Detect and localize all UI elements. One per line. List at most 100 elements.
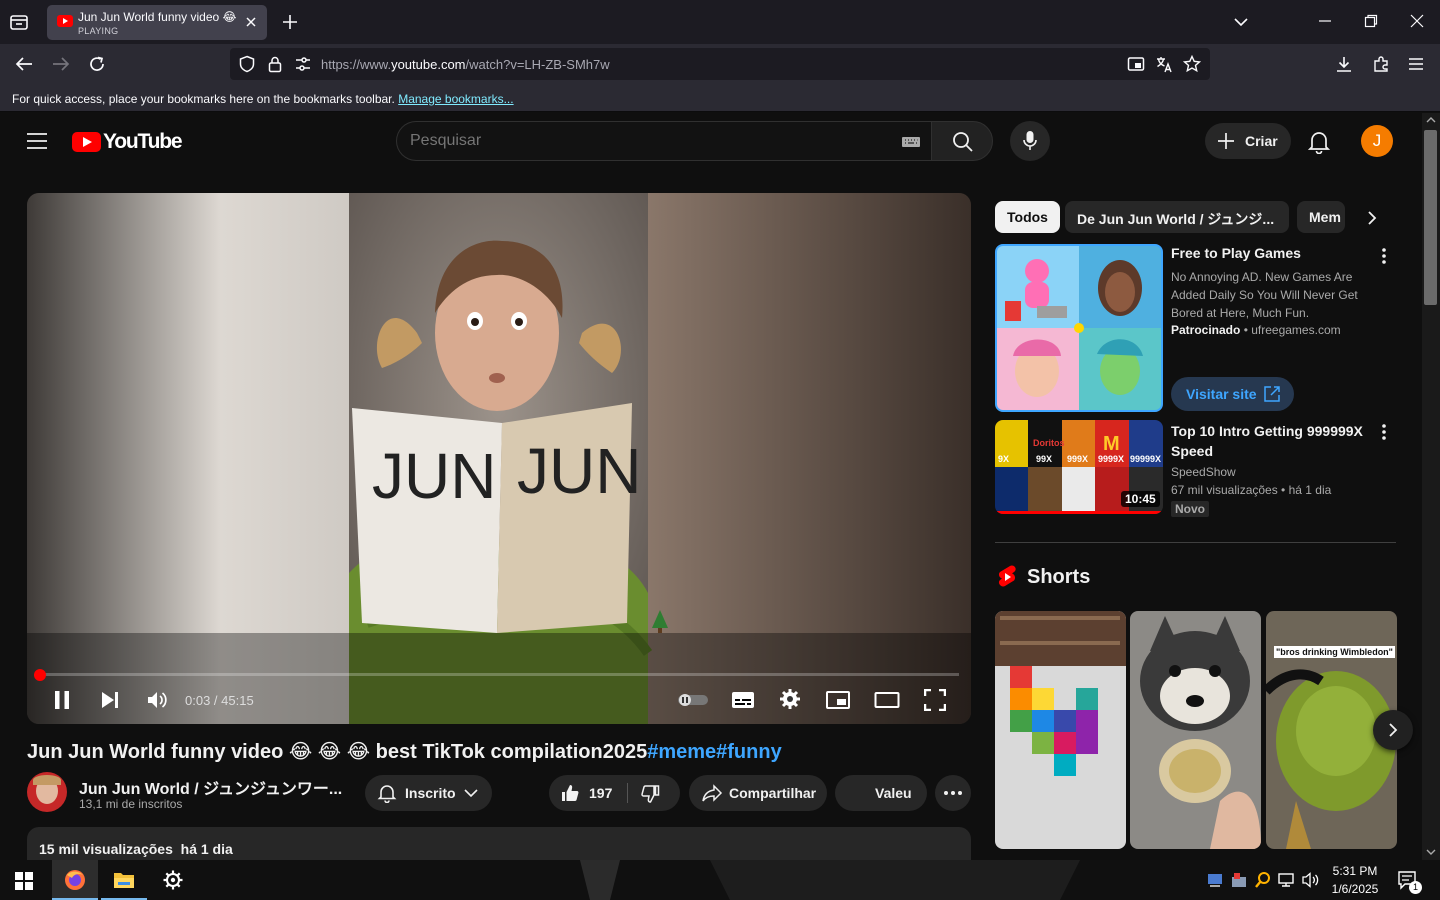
permissions-icon[interactable] xyxy=(294,56,312,72)
more-horizontal-icon xyxy=(944,791,962,795)
channel-avatar[interactable] xyxy=(27,772,67,812)
recommended-channel[interactable]: SpeedShow xyxy=(1171,465,1236,479)
back-icon[interactable] xyxy=(14,55,34,73)
miniplayer-icon[interactable] xyxy=(826,690,850,710)
video-frame: JUN JUN xyxy=(27,193,971,724)
taskbar-settings[interactable] xyxy=(150,860,196,900)
chip-all[interactable]: Todos xyxy=(995,201,1060,233)
shorts-next-button[interactable] xyxy=(1373,710,1413,750)
tracking-protection-shield-icon[interactable] xyxy=(238,55,256,73)
lock-icon[interactable] xyxy=(267,55,283,73)
thanks-button[interactable]: Valeu xyxy=(835,775,927,811)
volume-icon[interactable] xyxy=(146,690,168,710)
dislike-thumb-icon[interactable] xyxy=(641,784,661,804)
volume-tray-icon[interactable] xyxy=(1302,872,1320,888)
downloads-icon[interactable] xyxy=(1335,55,1353,73)
ad-more-options-icon[interactable] xyxy=(1381,247,1387,265)
guide-menu-icon[interactable] xyxy=(26,132,48,150)
scroll-up-icon[interactable] xyxy=(1426,116,1436,124)
bookmark-star-icon[interactable] xyxy=(1183,55,1201,73)
scrollbar-thumb[interactable] xyxy=(1424,130,1437,305)
windows-start-icon[interactable] xyxy=(15,872,33,890)
tab-list-icon[interactable] xyxy=(8,12,30,32)
subscribed-button[interactable]: Inscrito xyxy=(365,775,492,811)
ad-thumbnail[interactable] xyxy=(995,244,1163,412)
chip-memes[interactable]: Mem xyxy=(1297,201,1345,233)
network-icon[interactable] xyxy=(1278,872,1296,888)
list-all-tabs-icon[interactable] xyxy=(1233,14,1249,30)
manage-bookmarks-link[interactable]: Manage bookmarks... xyxy=(398,92,513,106)
share-button[interactable]: Compartilhar xyxy=(689,775,827,811)
more-actions-button[interactable] xyxy=(935,775,971,811)
video-hashtags-link[interactable]: #meme#funny xyxy=(647,741,782,763)
progress-bar[interactable] xyxy=(39,673,959,676)
settings-gear-taskbar-icon xyxy=(163,870,183,890)
taskbar-date[interactable]: 1/6/2025 xyxy=(1330,882,1380,896)
chips-next-arrow-icon[interactable] xyxy=(1364,209,1380,227)
tetris-floor-image xyxy=(995,611,1126,849)
shorts-heading: Shorts xyxy=(1027,566,1091,588)
pause-icon[interactable] xyxy=(53,690,71,710)
theater-mode-icon[interactable] xyxy=(874,690,900,710)
subtitles-icon[interactable] xyxy=(731,690,755,710)
visit-site-button[interactable]: Visitar site xyxy=(1171,377,1294,411)
recommended-thumbnail[interactable]: M Doritos 9X 99X 999X 9999X 99999X 10:45 xyxy=(995,420,1163,514)
thumb-label: 9X xyxy=(998,454,1010,464)
like-thumb-icon[interactable] xyxy=(560,783,580,803)
search-input[interactable] xyxy=(410,131,880,151)
chip-from-channel[interactable]: De Jun Jun World / ジュンジ... xyxy=(1065,201,1289,233)
taskbar-firefox[interactable] xyxy=(52,860,98,900)
picture-in-picture-icon[interactable] xyxy=(1127,55,1145,73)
plus-icon xyxy=(1217,132,1235,150)
short-thumbnail-1[interactable] xyxy=(995,611,1126,849)
bookmarks-toolbar: For quick access, place your bookmarks h… xyxy=(0,84,1440,112)
notifications-bell-icon[interactable] xyxy=(1308,130,1330,154)
autoplay-toggle-icon[interactable] xyxy=(677,693,709,707)
create-button[interactable]: Criar xyxy=(1205,123,1291,159)
taskbar-background-pattern xyxy=(580,860,1080,900)
translate-icon[interactable] xyxy=(1155,55,1173,73)
extensions-icon[interactable] xyxy=(1372,55,1390,73)
ad-title[interactable]: Free to Play Games xyxy=(1171,245,1301,261)
settings-gear-icon[interactable] xyxy=(779,688,801,710)
recommended-more-options-icon[interactable] xyxy=(1381,423,1387,441)
taskbar-time[interactable]: 5:31 PM xyxy=(1330,864,1380,878)
description-box[interactable]: 15 mil visualizações há 1 dia xyxy=(27,827,971,860)
search-box[interactable] xyxy=(396,121,931,161)
minimize-icon[interactable] xyxy=(1318,14,1332,28)
account-avatar[interactable]: J xyxy=(1361,125,1393,157)
url-text: https://www.youtube.com/watch?v=LH-ZB-SM… xyxy=(321,57,610,72)
address-bar[interactable]: https://www.youtube.com/watch?v=LH-ZB-SM… xyxy=(230,48,1210,80)
taskbar-file-explorer[interactable] xyxy=(101,860,147,900)
bookmarks-message: For quick access, place your bookmarks h… xyxy=(12,92,514,106)
tray-flag-icon[interactable] xyxy=(1230,871,1248,889)
forward-icon[interactable] xyxy=(51,55,71,73)
thumb-label: 9999X xyxy=(1098,454,1125,464)
short-thumbnail-2[interactable] xyxy=(1130,611,1261,849)
sign-text-left: JUN xyxy=(372,440,496,512)
browser-tab-active[interactable]: Jun Jun World funny video 😂 😂 PLAYING xyxy=(47,5,267,40)
voice-search-button[interactable] xyxy=(1010,121,1050,161)
video-player[interactable]: JUN JUN 0:03 / 45:15 xyxy=(27,193,971,724)
reload-icon[interactable] xyxy=(87,54,107,74)
search-button[interactable] xyxy=(931,121,993,161)
progress-scrubber[interactable] xyxy=(34,669,46,681)
youtube-logo[interactable]: YouTube xyxy=(72,130,183,154)
new-badge: Novo xyxy=(1171,501,1209,517)
channel-name[interactable]: Jun Jun World / ジュンジュンワー... xyxy=(79,775,342,799)
keyboard-icon[interactable] xyxy=(901,135,921,149)
like-count[interactable]: 197 xyxy=(589,785,612,801)
tray-app-icon[interactable] xyxy=(1207,872,1223,888)
next-video-icon[interactable] xyxy=(100,690,120,710)
scroll-down-icon[interactable] xyxy=(1426,848,1436,856)
new-tab-icon[interactable] xyxy=(281,13,299,31)
menu-hamburger-icon[interactable] xyxy=(1408,56,1424,72)
close-window-icon[interactable] xyxy=(1410,14,1424,28)
share-label: Compartilhar xyxy=(729,785,817,801)
svg-text:Doritos: Doritos xyxy=(1033,438,1065,448)
close-tab-icon[interactable] xyxy=(243,14,259,30)
tray-search-icon[interactable] xyxy=(1255,871,1271,889)
recommended-title[interactable]: Top 10 Intro Getting 999999X Speed xyxy=(1171,421,1366,461)
fullscreen-icon[interactable] xyxy=(924,689,946,711)
restore-icon[interactable] xyxy=(1364,14,1378,28)
